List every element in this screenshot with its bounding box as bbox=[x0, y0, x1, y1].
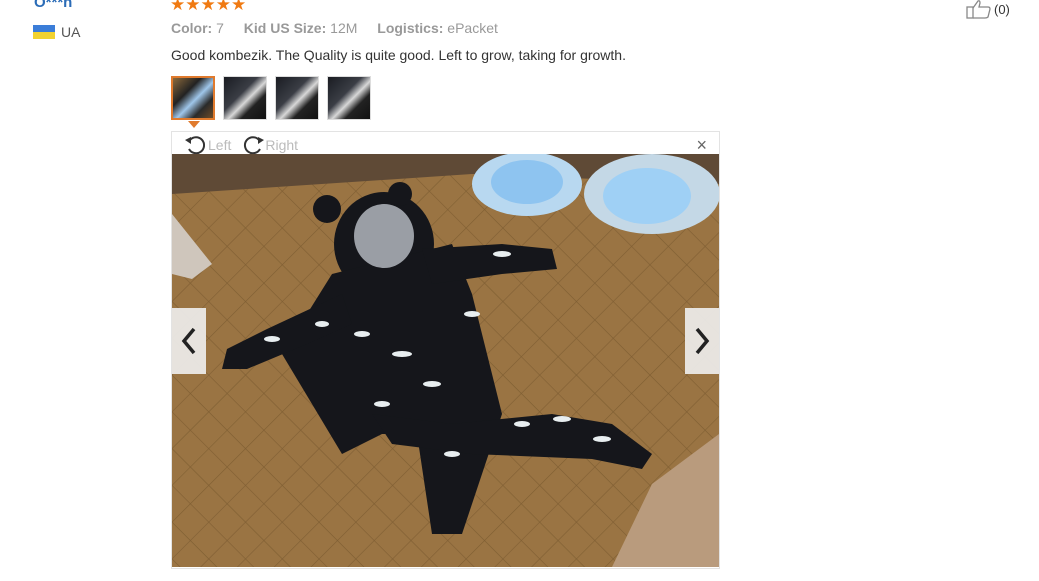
star-icon: ★ bbox=[215, 0, 231, 14]
review-photo bbox=[172, 154, 719, 567]
active-thumbnail-pointer bbox=[188, 121, 200, 128]
like-count: (0) bbox=[994, 1, 1010, 17]
thumbs-up-icon bbox=[966, 0, 991, 19]
rotate-right-icon bbox=[244, 136, 265, 155]
rotate-left-button[interactable]: Left bbox=[184, 134, 231, 156]
previous-photo-button[interactable] bbox=[172, 308, 206, 374]
chevron-left-icon bbox=[181, 327, 196, 355]
rotate-right-button[interactable]: Right bbox=[241, 134, 298, 156]
review-text: Good kombezik. The Quality is quite good… bbox=[171, 47, 626, 63]
size-label: Kid US Size: bbox=[243, 20, 327, 36]
logistics-label: Logistics: bbox=[377, 20, 444, 36]
star-icon: ★ bbox=[231, 0, 247, 14]
star-icon: ★ bbox=[170, 0, 186, 14]
next-photo-button[interactable] bbox=[685, 308, 719, 374]
country-flag-icon bbox=[33, 25, 55, 39]
photo-thumbnail[interactable] bbox=[275, 76, 319, 120]
country-code: UA bbox=[61, 24, 81, 40]
rotate-left-icon bbox=[185, 136, 206, 155]
rotate-right-label: Right bbox=[265, 137, 299, 153]
photo-viewer: Left Right × bbox=[171, 131, 720, 569]
order-attributes: Color: 7 Kid US Size: 12M Logistics: ePa… bbox=[171, 20, 514, 36]
reviewer-name: O***n bbox=[34, 0, 73, 11]
photo-thumbnail[interactable] bbox=[223, 76, 267, 120]
photo-thumbnails bbox=[171, 76, 371, 120]
photo-thumbnail[interactable] bbox=[171, 76, 215, 120]
close-icon[interactable]: × bbox=[696, 135, 707, 156]
helpful-button[interactable]: (0) bbox=[966, 0, 1010, 19]
logistics-value: ePacket bbox=[447, 20, 498, 36]
viewer-toolbar: Left Right bbox=[184, 134, 298, 156]
photo-thumbnail[interactable] bbox=[327, 76, 371, 120]
star-icon: ★ bbox=[185, 0, 201, 14]
star-rating: ★ ★ ★ ★ ★ bbox=[170, 0, 246, 13]
size-value: 12M bbox=[330, 20, 358, 36]
star-icon: ★ bbox=[200, 0, 216, 14]
color-value: 7 bbox=[216, 20, 224, 36]
rotate-left-label: Left bbox=[208, 137, 232, 153]
color-label: Color: bbox=[171, 20, 213, 36]
chevron-right-icon bbox=[695, 327, 710, 355]
